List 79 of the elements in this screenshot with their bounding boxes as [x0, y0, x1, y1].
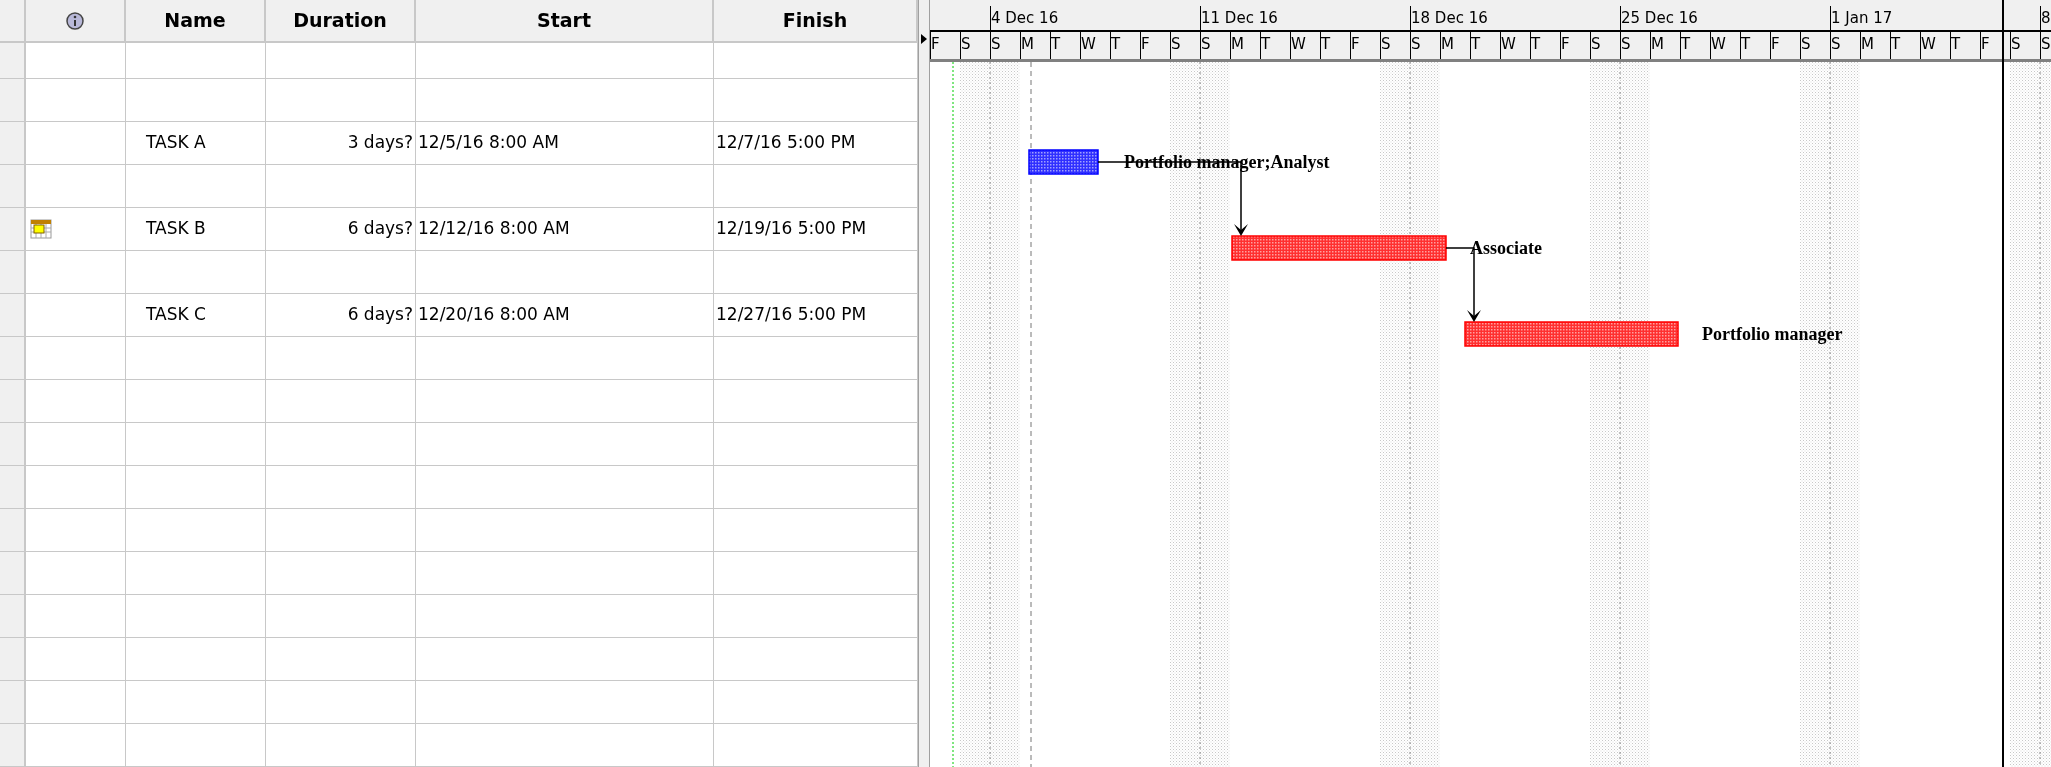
day-label: F	[1350, 32, 1380, 59]
day-label: W	[1080, 32, 1110, 59]
table-cell: 6 days?	[266, 208, 416, 251]
week-label: 11 Dec 16	[1200, 6, 1410, 30]
day-label: T	[1740, 32, 1770, 59]
day-label: S	[1830, 32, 1860, 59]
row-header[interactable]	[0, 638, 26, 681]
task-bar[interactable]	[1464, 321, 1679, 347]
row-header[interactable]	[0, 509, 26, 552]
day-label: S	[1620, 32, 1650, 59]
row-header[interactable]	[0, 294, 26, 337]
resource-label: Associate	[1470, 238, 1542, 258]
table-cell: 3 days?	[266, 122, 416, 165]
week-label: 8	[2040, 6, 2051, 30]
day-label: M	[1440, 32, 1470, 59]
day-label: M	[1020, 32, 1050, 59]
day-label: S	[1170, 32, 1200, 59]
day-label: S	[1200, 32, 1230, 59]
day-label: T	[1110, 32, 1140, 59]
table-cell: TASK A	[126, 122, 266, 165]
info-icon	[66, 11, 84, 30]
row-header[interactable]	[0, 251, 26, 294]
column-header[interactable]: Start	[416, 0, 714, 41]
day-label: M	[1230, 32, 1260, 59]
day-label: W	[1710, 32, 1740, 59]
day-label: W	[1500, 32, 1530, 59]
day-label: T	[1890, 32, 1920, 59]
table-cell: 12/20/16 8:00 AM	[416, 294, 714, 337]
day-label: T	[1950, 32, 1980, 59]
day-label: S	[1380, 32, 1410, 59]
row-header[interactable]	[0, 423, 26, 466]
day-label: S	[2010, 32, 2040, 59]
week-label: 25 Dec 16	[1620, 6, 1830, 30]
row-header[interactable]	[0, 380, 26, 423]
day-label: S	[2040, 32, 2051, 59]
table-cell: 12/12/16 8:00 AM	[416, 208, 714, 251]
day-label: W	[1290, 32, 1320, 59]
resource-label: Portfolio manager	[1702, 324, 1843, 344]
day-label: T	[1530, 32, 1560, 59]
row-header[interactable]	[0, 79, 26, 122]
week-label: 18 Dec 16	[1410, 6, 1620, 30]
calendar-icon	[30, 219, 52, 239]
day-label: S	[1410, 32, 1440, 59]
splitter-handle-icon[interactable]	[921, 34, 927, 44]
row-header[interactable]	[0, 165, 26, 208]
row-header[interactable]	[0, 43, 26, 79]
day-label: T	[1050, 32, 1080, 59]
day-label: S	[1590, 32, 1620, 59]
table-cell: TASK C	[126, 294, 266, 337]
row-header[interactable]	[0, 681, 26, 724]
task-bar[interactable]	[1028, 149, 1099, 175]
day-label: S	[1800, 32, 1830, 59]
day-label: T	[1680, 32, 1710, 59]
day-label: S	[960, 32, 990, 59]
table-cell: 12/5/16 8:00 AM	[416, 122, 714, 165]
day-label: M	[1860, 32, 1890, 59]
day-label: S	[990, 32, 1020, 59]
table-cell: 6 days?	[266, 294, 416, 337]
day-label: M	[1650, 32, 1680, 59]
column-header[interactable]: Duration	[266, 0, 416, 41]
row-header[interactable]	[0, 466, 26, 509]
day-label: W	[1920, 32, 1950, 59]
row-header[interactable]	[0, 595, 26, 638]
day-label: F	[1560, 32, 1590, 59]
day-label: T	[1470, 32, 1500, 59]
day-label: T	[1320, 32, 1350, 59]
table-cell: TASK B	[126, 208, 266, 251]
row-header[interactable]	[0, 337, 26, 380]
row-header[interactable]	[0, 724, 26, 767]
day-label: F	[1770, 32, 1800, 59]
week-label: 4 Dec 16	[990, 6, 1200, 30]
column-header[interactable]: Name	[126, 0, 266, 41]
row-header[interactable]	[0, 208, 26, 251]
day-label: F	[1140, 32, 1170, 59]
row-header[interactable]	[0, 122, 26, 165]
row-header[interactable]	[0, 552, 26, 595]
task-bar[interactable]	[1231, 235, 1447, 261]
day-label: F	[930, 32, 960, 59]
day-label: T	[1260, 32, 1290, 59]
